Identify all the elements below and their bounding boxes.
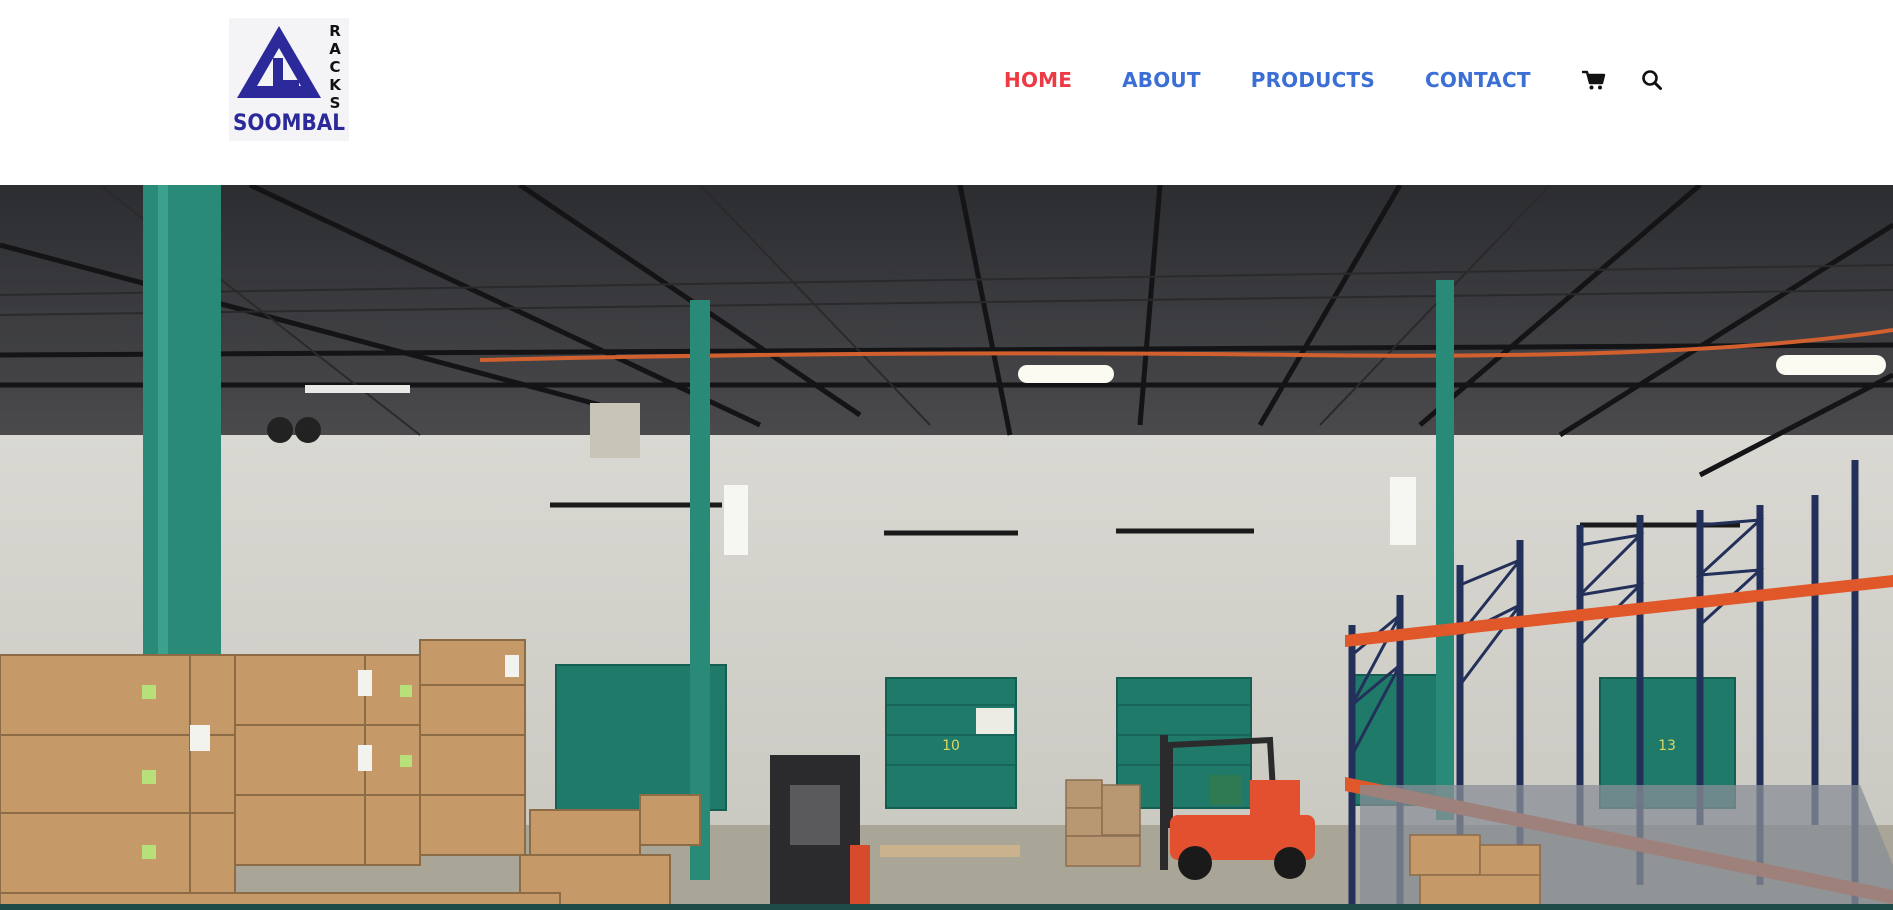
hero-bottom-strip — [0, 904, 1893, 910]
nav-products[interactable]: PRODUCTS — [1251, 68, 1375, 92]
brand-logo[interactable]: R A C K S SOOMBAL — [229, 18, 349, 141]
svg-text:C: C — [329, 58, 340, 76]
site-header: R A C K S SOOMBAL HOME ABOUT PRODUCTS CO… — [0, 0, 1893, 185]
svg-text:S: S — [330, 94, 341, 112]
logo-mark: R A C K S SOOMBAL — [233, 22, 345, 136]
svg-text:K: K — [329, 76, 342, 94]
door-number-13: 13 — [1658, 738, 1676, 754]
nav-contact[interactable]: CONTACT — [1425, 68, 1531, 92]
nav-home[interactable]: HOME — [1004, 68, 1072, 92]
svg-text:R: R — [329, 22, 341, 40]
svg-text:SOOMBAL: SOOMBAL — [233, 111, 345, 136]
hero-banner: 10 13 — [0, 185, 1893, 910]
cart-icon[interactable] — [1581, 67, 1607, 93]
nav-about[interactable]: ABOUT — [1122, 68, 1201, 92]
warehouse-image: 10 13 — [0, 185, 1893, 910]
main-nav: HOME ABOUT PRODUCTS CONTACT — [1004, 64, 1697, 96]
svg-text:A: A — [329, 40, 341, 58]
search-icon[interactable] — [1639, 67, 1665, 93]
door-number-10: 10 — [942, 738, 960, 754]
